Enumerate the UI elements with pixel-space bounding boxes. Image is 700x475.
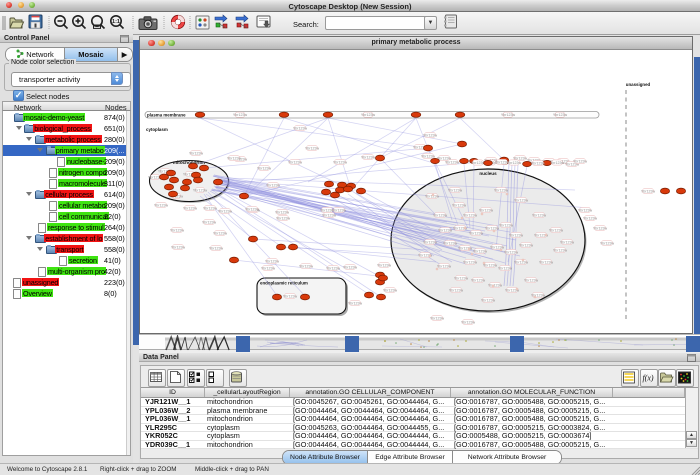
svg-text:Ybr123w: Ybr123w [433,213,448,217]
svg-text:Ybr123w: Ybr123w [170,228,185,232]
svg-text:Ybr123w: Ybr123w [265,259,280,263]
svg-text:Ybr123w: Ybr123w [560,240,575,244]
svg-text:Ybr123w: Ybr123w [452,203,467,207]
svg-text:Ybr123w: Ybr123w [553,248,568,252]
svg-text:Ybr123w: Ybr123w [288,160,303,164]
svg-text:Ybr123w: Ybr123w [332,208,347,212]
svg-text:plasma membrane: plasma membrane [147,113,186,118]
svg-text:Ybr123w: Ybr123w [483,263,498,267]
svg-text:Ybr123w: Ybr123w [430,316,445,320]
svg-text:Ybr123w: Ybr123w [276,216,291,220]
svg-text:Ybr123w: Ybr123w [514,260,529,264]
svg-text:Ybr123w: Ybr123w [218,209,233,213]
svg-text:Ybr123w: Ybr123w [227,156,242,160]
svg-text:Ybr123w: Ybr123w [469,231,484,235]
svg-text:Ybr123w: Ybr123w [471,278,486,282]
svg-text:Ybr123w: Ybr123w [445,160,460,164]
svg-text:Ybr123w: Ybr123w [261,266,276,270]
svg-text:Ybr123w: Ybr123w [361,155,376,159]
svg-text:Ybr123w: Ybr123w [423,240,438,244]
svg-text:Ybr123w: Ybr123w [437,264,452,268]
svg-text:Ybr123w: Ybr123w [449,288,464,292]
svg-text:Ybr123w: Ybr123w [443,241,458,245]
svg-text:Ybr123w: Ybr123w [550,161,565,165]
svg-text:Ybr123w: Ybr123w [494,188,509,192]
svg-text:Ybr123w: Ybr123w [532,213,547,217]
svg-text:Ybr123w: Ybr123w [501,113,516,117]
svg-text:Ybr123w: Ybr123w [481,298,496,302]
svg-text:Ybr123w: Ybr123w [593,226,608,230]
svg-text:Ybr123w: Ybr123w [479,208,494,212]
svg-text:endoplasmic reticulum: endoplasmic reticulum [260,281,308,286]
svg-text:Ybr123w: Ybr123w [438,228,453,232]
svg-text:unassigned: unassigned [626,82,651,87]
svg-text:Ybr123w: Ybr123w [305,146,320,150]
svg-text:Ybr123w: Ybr123w [498,266,513,270]
svg-text:Ybr123w: Ybr123w [383,288,398,292]
svg-text:Ybr123w: Ybr123w [531,293,546,297]
svg-text:Ybr123w: Ybr123w [348,301,363,305]
svg-text:Ybr123w: Ybr123w [343,265,358,269]
svg-text:Ybr123w: Ybr123w [463,260,478,264]
svg-text:Ybr123w: Ybr123w [193,188,208,192]
svg-text:Ybr123w: Ybr123w [641,189,656,193]
svg-text:cytoplasm: cytoplasm [146,127,168,132]
svg-text:1:1: 1:1 [112,19,120,25]
svg-text:Ybr123w: Ybr123w [293,126,308,130]
svg-text:Ybr123w: Ybr123w [509,233,524,237]
svg-text:Ybr123w: Ybr123w [326,266,341,270]
svg-text:Ybr123w: Ybr123w [490,245,505,249]
svg-text:Ybr123w: Ybr123w [519,243,534,247]
svg-text:f(x): f(x) [642,374,653,383]
svg-text:nucleus: nucleus [479,171,497,176]
svg-text:Ybr123w: Ybr123w [202,220,217,224]
svg-text:Ybr123w: Ybr123w [573,159,588,163]
svg-text:Ybr123w: Ybr123w [524,278,539,282]
svg-text:Ybr123w: Ybr123w [283,294,298,298]
svg-text:Ybr123w: Ybr123w [583,216,598,220]
svg-text:Ybr123w: Ybr123w [600,241,615,245]
svg-text:Ybr123w: Ybr123w [189,151,204,155]
svg-text:Ybr123w: Ybr123w [171,245,186,249]
svg-text:Ybr123w: Ybr123w [461,320,476,324]
svg-text:Ybr123w: Ybr123w [183,206,198,210]
svg-text:Ybr123w: Ybr123w [333,160,348,164]
svg-text:Ybr123w: Ybr123w [245,207,260,211]
svg-text:Ybr123w: Ybr123w [514,198,529,202]
svg-text:Ybr123w: Ybr123w [578,208,593,212]
svg-text:Ybr123w: Ybr123w [257,166,272,170]
svg-text:Ybr123w: Ybr123w [473,249,488,253]
svg-text:Ybr123w: Ybr123w [458,246,473,250]
svg-text:Ybr123w: Ybr123w [488,283,503,287]
svg-text:Ybr123w: Ybr123w [504,250,519,254]
svg-text:Ybr123w: Ybr123w [421,154,436,158]
svg-text:Ybr123w: Ybr123w [213,231,228,235]
svg-text:Ybr123w: Ybr123w [233,113,248,117]
svg-text:Ybr123w: Ybr123w [463,213,478,217]
svg-text:Ybr123w: Ybr123w [154,203,169,207]
svg-text:Ybr123w: Ybr123w [203,206,218,210]
svg-text:Ybr123w: Ybr123w [531,161,546,165]
svg-text:Ybr123w: Ybr123w [553,113,568,117]
svg-text:Ybr123w: Ybr123w [322,213,337,217]
svg-text:Ybr123w: Ybr123w [539,260,554,264]
svg-text:Ybr123w: Ybr123w [299,264,314,268]
svg-text:Ybr123w: Ybr123w [485,226,500,230]
svg-text:Ybr123w: Ybr123w [507,161,522,165]
svg-text:Ybr123w: Ybr123w [549,228,564,232]
svg-text:Ybr123w: Ybr123w [209,246,224,250]
svg-text:Ybr123w: Ybr123w [266,183,281,187]
svg-text:Ybr123w: Ybr123w [275,210,290,214]
svg-text:Ybr123w: Ybr123w [377,263,392,267]
svg-text:Ybr123w: Ybr123w [448,188,463,192]
svg-text:Ybr123w: Ybr123w [499,223,514,227]
svg-text:Ybr123w: Ybr123w [361,113,376,117]
svg-text:Ybr123w: Ybr123w [423,133,438,137]
svg-text:Ybr123w: Ybr123w [454,276,469,280]
